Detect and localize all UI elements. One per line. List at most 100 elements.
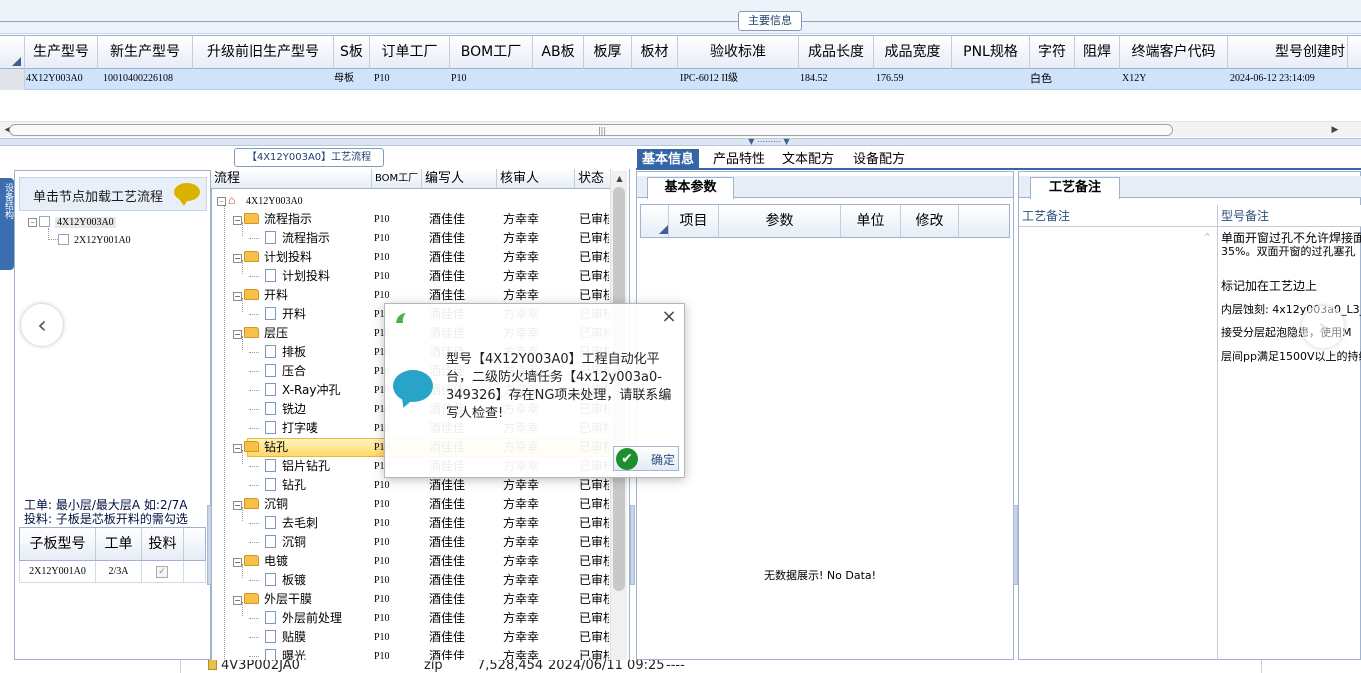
main-info-title: 主要信息 xyxy=(738,11,802,31)
col-param[interactable]: 参数 xyxy=(719,205,841,237)
file-explorer-row[interactable]: 4V3P002JA0 zip 7,528,454 2024/06/11 09:2… xyxy=(0,660,1361,673)
col-ab-board[interactable]: AB板 xyxy=(533,36,584,69)
table-row[interactable]: 钻孔 P10 酒佳佳 方幸幸 已审核 xyxy=(211,476,611,495)
table-row[interactable]: 板镀 P10 酒佳佳 方幸幸 已审核 xyxy=(211,571,611,590)
splitter-handle[interactable] xyxy=(630,505,635,585)
col-prod-model[interactable]: 生产型号 xyxy=(25,36,98,69)
collapse-icon[interactable]: − xyxy=(233,444,242,453)
col-status[interactable]: 状态 xyxy=(575,169,611,188)
collapse-icon[interactable]: − xyxy=(28,218,37,227)
flow-root-node[interactable]: − ⌂ 4X12Y003A0 xyxy=(217,193,303,207)
feed-checkbox[interactable]: ✓ xyxy=(156,566,168,578)
collapse-icon[interactable]: − xyxy=(233,292,242,301)
col-sub-feed[interactable]: 投料 xyxy=(142,528,184,560)
table-row[interactable]: 4X12Y003A0 10010400226108 母板 P10 P10 IPC… xyxy=(0,69,1361,90)
col-order-factory[interactable]: 订单工厂 xyxy=(370,36,450,69)
step-name: 压合 xyxy=(282,364,307,378)
col-unit[interactable]: 单位 xyxy=(841,205,901,237)
table-row[interactable]: − 计划投料 P10 酒佳佳 方幸幸 已审核 xyxy=(211,248,611,267)
col-created[interactable]: 型号创建时 xyxy=(1228,36,1348,69)
collapse-icon[interactable]: − xyxy=(233,330,242,339)
table-row[interactable]: 计划投料 P10 酒佳佳 方幸幸 已审核 xyxy=(211,267,611,286)
prev-arrow-icon[interactable]: ‹ xyxy=(20,303,64,347)
cell-customer: X12Y xyxy=(1122,73,1147,84)
cell-writer: 酒佳佳 xyxy=(429,250,466,264)
table-row[interactable]: 外层前处理 P10 酒佳佳 方幸幸 已审核 xyxy=(211,609,611,628)
table-row[interactable]: 去毛刺 P10 酒佳佳 方幸幸 已审核 xyxy=(211,514,611,533)
tab-text-recipe[interactable]: 文本配方 xyxy=(777,149,839,170)
table-row[interactable]: − 外层干膜 P10 酒佳佳 方幸幸 已审核 xyxy=(211,590,611,609)
panel-splitter[interactable]: ▼ ⋯⋯⋯ ▼ xyxy=(0,137,1361,147)
cell-width: 176.59 xyxy=(876,73,904,84)
col-char[interactable]: 字符 xyxy=(1030,36,1075,69)
col-writer[interactable]: 编写人 xyxy=(422,169,497,188)
cell-new-model: 10010400226108 xyxy=(103,73,173,84)
horizontal-scrollbar[interactable]: ◀ ||| ▶ xyxy=(0,121,1361,137)
cell-status: 已审核 xyxy=(579,212,609,226)
splitter-grip-icon[interactable]: ▼ ⋯⋯⋯ ▼ xyxy=(737,137,801,147)
row-header[interactable] xyxy=(0,69,25,90)
close-icon[interactable]: × xyxy=(660,306,678,328)
tab-equipment-recipe[interactable]: 设备配方 xyxy=(848,149,910,170)
col-pnl[interactable]: PNL规格 xyxy=(952,36,1030,69)
col-old-model[interactable]: 升级前旧生产型号 xyxy=(193,36,334,69)
cell-status: 已审核 xyxy=(579,554,609,568)
cell-char: 白色 xyxy=(1030,72,1052,85)
cell-status: 已审核 xyxy=(579,478,609,492)
table-row[interactable]: 贴膜 P10 酒佳佳 方幸幸 已审核 xyxy=(211,628,611,647)
chat-bubble-icon[interactable] xyxy=(174,183,200,206)
cell-reviewer: 方幸幸 xyxy=(503,231,540,245)
col-bom[interactable]: BOM工厂 xyxy=(372,169,422,188)
tab-product-features[interactable]: 产品特性 xyxy=(708,149,770,170)
col-flow[interactable]: 流程 xyxy=(211,169,372,188)
table-row[interactable]: − 电镀 P10 酒佳佳 方幸幸 已审核 xyxy=(211,552,611,571)
col-material[interactable]: 板材 xyxy=(632,36,678,69)
collapse-icon[interactable]: − xyxy=(233,254,242,263)
table-row[interactable]: − 流程指示 P10 酒佳佳 方幸幸 已审核 xyxy=(211,210,611,229)
ok-button[interactable]: ✔ 确定 xyxy=(613,446,679,471)
table-row[interactable]: 2X12Y001A0 2/3A xyxy=(19,561,206,583)
col-bom-factory[interactable]: BOM工厂 xyxy=(450,36,533,69)
next-arrow-icon[interactable]: › xyxy=(1301,305,1345,349)
tree-node-root[interactable]: −4X12Y003A0 xyxy=(28,216,116,228)
home-icon: ⌂ xyxy=(228,193,236,207)
col-width[interactable]: 成品宽度 xyxy=(874,36,952,69)
tab-process-remarks[interactable]: 工艺备注 xyxy=(1030,177,1120,199)
col-modify[interactable]: 修改 xyxy=(901,205,959,237)
collapse-icon[interactable]: − xyxy=(217,197,226,206)
col-solder[interactable]: 阻焊 xyxy=(1075,36,1120,69)
collapse-icon[interactable]: − xyxy=(233,216,242,225)
document-icon xyxy=(265,383,276,396)
col-customer[interactable]: 终端客户代码 xyxy=(1120,36,1228,69)
table-row[interactable]: 沉铜 P10 酒佳佳 方幸幸 已审核 xyxy=(211,533,611,552)
step-name: 开料 xyxy=(282,307,307,321)
col-standard[interactable]: 验收标准 xyxy=(678,36,799,69)
collapse-icon[interactable]: − xyxy=(233,558,242,567)
step-name: 贴膜 xyxy=(282,630,307,644)
scrollbar-thumb[interactable]: ||| xyxy=(9,124,1173,136)
col-s-board[interactable]: S板 xyxy=(334,36,370,69)
table-row[interactable]: 流程指示 P10 酒佳佳 方幸幸 已审核 xyxy=(211,229,611,248)
collapse-icon[interactable]: − xyxy=(233,596,242,605)
tab-basic-params[interactable]: 基本参数 xyxy=(647,177,734,199)
col-thickness[interactable]: 板厚 xyxy=(584,36,632,69)
tab-basic-info[interactable]: 基本信息 xyxy=(637,149,700,170)
cell-writer: 酒佳佳 xyxy=(429,630,466,644)
scroll-up-icon[interactable]: ^ xyxy=(1204,232,1211,241)
message-bubble-icon xyxy=(393,370,433,402)
cell-standard: IPC-6012 II级 xyxy=(680,73,739,84)
scroll-up-icon[interactable]: ▲ xyxy=(611,171,628,186)
col-item[interactable]: 项目 xyxy=(669,205,719,237)
col-sub-order[interactable]: 工单 xyxy=(96,528,142,560)
step-group-name: 计划投料 xyxy=(264,250,313,264)
cell-writer: 酒佳佳 xyxy=(429,231,466,245)
scroll-right-icon[interactable]: ▶ xyxy=(1327,122,1343,138)
col-reviewer[interactable]: 核审人 xyxy=(497,169,575,188)
collapse-icon[interactable]: − xyxy=(233,501,242,510)
col-length[interactable]: 成品长度 xyxy=(799,36,874,69)
col-new-model[interactable]: 新生产型号 xyxy=(98,36,193,69)
col-sub-model[interactable]: 子板型号 xyxy=(20,528,96,560)
tree-node-child[interactable]: 2X12Y001A0 xyxy=(48,234,131,246)
table-row[interactable]: − 沉铜 P10 酒佳佳 方幸幸 已审核 xyxy=(211,495,611,514)
step-group-name: 开料 xyxy=(264,288,289,302)
